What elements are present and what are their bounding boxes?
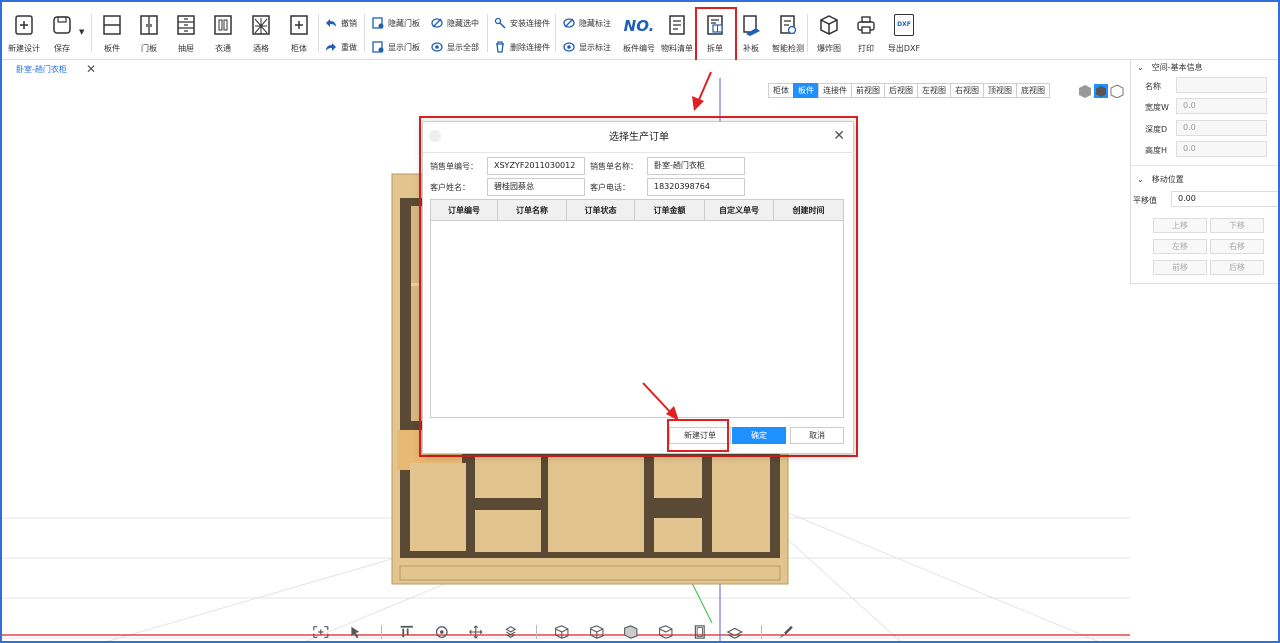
arrow-line-top — [697, 71, 712, 103]
annotation-arrows — [642, 71, 712, 421]
arrow-head-top — [692, 96, 704, 111]
app-window: 新建设计 保存 ▼ 板件 门板 抽屉 衣通 酒格 柜体 撤销 重做 隐藏门板 显… — [0, 0, 1280, 643]
arrow-line-bottom — [642, 382, 673, 415]
